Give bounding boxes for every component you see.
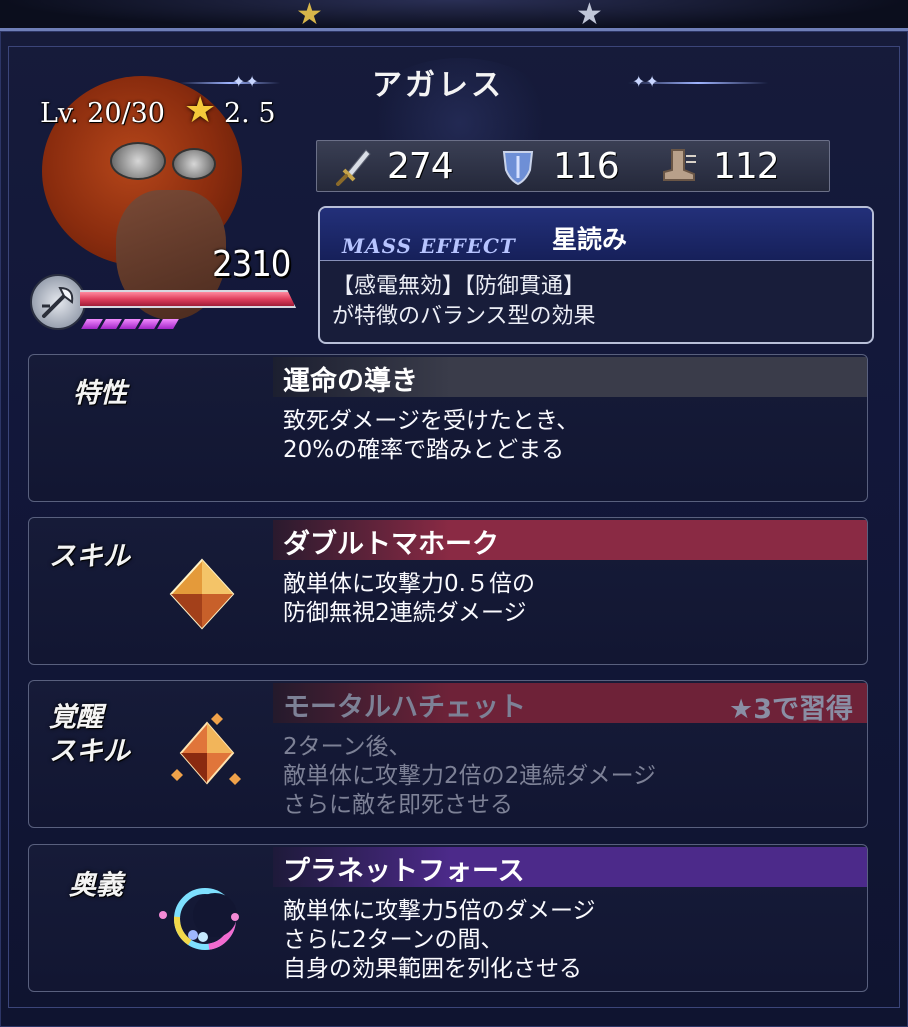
goggle-right <box>172 148 216 180</box>
trait-row[interactable]: 特性 運命の導き 致死ダメージを受けたとき、 20%の確率で踏みとどまる <box>28 354 868 502</box>
awaken-skill-row[interactable]: 覚醒 スキル モータルハチェット ★3で習得 2ターン後、 敵単体に攻撃力2倍の… <box>28 680 868 828</box>
skill-row[interactable]: スキル ダブルトマホーク 敵単体に攻撃力0.５倍の 防御無視2連続ダメージ <box>28 517 868 665</box>
trait-title: 運命の導き <box>283 366 418 397</box>
awaken-gem-icon <box>169 711 245 797</box>
ougi-desc-line: さらに2ターンの間、 <box>283 927 504 953</box>
ougi-description: 敵単体に攻撃力5倍のダメージ さらに2ターンの間、 自身の効果範囲を列化させる <box>283 897 595 984</box>
awaken-requirement: ★3で習得 <box>729 694 853 725</box>
trait-desc-line: 20%の確率で踏みとどまる <box>283 437 565 463</box>
speed-stat: 112 <box>657 141 780 191</box>
top-decoration: ★ ★ <box>0 0 908 30</box>
attack-stat: 274 <box>331 141 454 191</box>
awaken-desc-line: 2ターン後、 <box>283 734 412 760</box>
attack-value: 274 <box>387 145 454 187</box>
skill-description: 敵単体に攻撃力0.５倍の 防御無視2連続ダメージ <box>283 570 535 628</box>
skill-label: スキル <box>49 541 130 572</box>
top-star-icon: ★ <box>576 0 603 32</box>
ougi-label: 奥義 <box>69 870 123 901</box>
awaken-label-line: スキル <box>49 736 130 767</box>
mass-effect-desc-line: 【感電無効】【防御貫通】 <box>332 274 586 299</box>
awaken-title: モータルハチェット <box>283 692 526 723</box>
rarity-value: 2. 5 <box>224 98 276 129</box>
mass-effect-panel[interactable]: MASS EFFECT 星読み 【感電無効】【防御貫通】 が特徴のバランス型の効… <box>318 206 874 344</box>
sword-icon <box>331 145 373 187</box>
mass-effect-desc-line: が特徴のバランス型の効果 <box>332 304 596 329</box>
planet-orb-icon <box>157 885 247 959</box>
awaken-desc-line: さらに敵を即死させる <box>283 792 513 818</box>
mass-effect-name: 星読み <box>552 225 628 254</box>
skill-desc-line: 敵単体に攻撃力0.５倍の <box>283 571 535 597</box>
skill-desc-line: 防御無視2連続ダメージ <box>283 600 527 626</box>
stat-box: 274 116 112 <box>316 140 830 192</box>
awaken-desc-line: 敵単体に攻撃力2倍の2連続ダメージ <box>283 763 657 789</box>
ougi-desc-line: 敵単体に攻撃力5倍のダメージ <box>283 898 596 924</box>
sparkle-icon: ✦✦ <box>632 72 659 91</box>
awaken-label-line: 覚醒 <box>49 702 103 733</box>
sp-gauge <box>81 314 179 333</box>
skill-gem-icon <box>169 558 235 634</box>
level-text: Lv. 20/30 <box>40 98 165 129</box>
axe-weapon-icon <box>30 274 86 330</box>
hp-bar-fill <box>80 292 294 306</box>
ougi-title: プラネットフォース <box>283 856 525 887</box>
trait-description: 致死ダメージを受けたとき、 20%の確率で踏みとどまる <box>283 407 579 465</box>
awaken-label: 覚醒 スキル <box>49 701 130 769</box>
ougi-row[interactable]: 奥義 プラネットフォース 敵単体に攻撃力5倍のダメージ さらに2ターンの間、 自… <box>28 844 868 992</box>
mass-effect-label: MASS EFFECT <box>342 234 516 258</box>
boot-icon <box>657 145 699 187</box>
defense-stat: 116 <box>497 141 620 191</box>
speed-value: 112 <box>713 145 780 187</box>
hp-value: 2310 <box>212 244 291 285</box>
sp-pip <box>157 319 179 329</box>
defense-value: 116 <box>553 145 620 187</box>
goggle-left <box>110 142 166 180</box>
rarity-star-icon: ★ <box>184 90 217 131</box>
trait-desc-line: 致死ダメージを受けたとき、 <box>283 408 580 434</box>
mass-effect-description: 【感電無効】【防御貫通】 が特徴のバランス型の効果 <box>332 272 596 332</box>
shield-icon <box>497 145 539 187</box>
hp-bar <box>80 290 296 308</box>
skill-title: ダブルトマホーク <box>283 529 499 560</box>
awaken-description: 2ターン後、 敵単体に攻撃力2倍の2連続ダメージ さらに敵を即死させる <box>283 733 656 820</box>
trait-label: 特性 <box>73 378 127 409</box>
ougi-desc-line: 自身の効果範囲を列化させる <box>283 956 582 982</box>
top-star-icon: ★ <box>296 0 323 32</box>
unit-name: アガレス <box>372 68 504 103</box>
